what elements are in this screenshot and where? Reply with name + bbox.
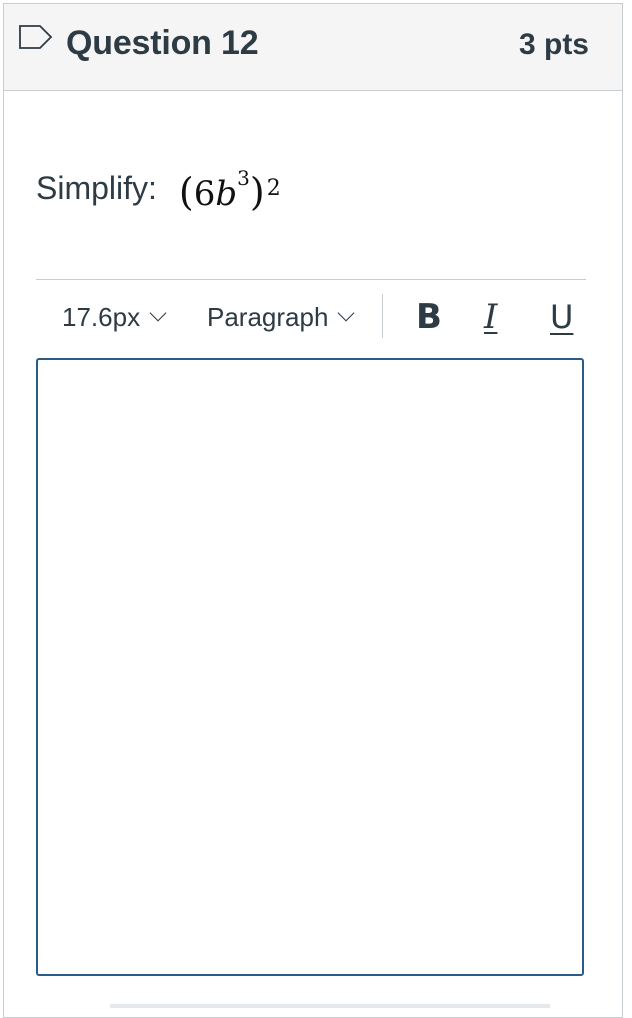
italic-icon: I — [484, 297, 498, 337]
question-header: Question 12 3 pts — [4, 4, 622, 91]
question-points: 3 pts — [518, 28, 589, 61]
question-prompt: Simplify: (6b3)2 — [36, 158, 281, 218]
font-size-value: 17.6px — [62, 301, 141, 332]
toolbar-separator — [382, 294, 383, 338]
toolbar-top-divider — [36, 279, 586, 280]
chevron-down-icon — [149, 304, 167, 322]
editor-toolbar: 17.6px Paragraph B I U — [36, 290, 586, 344]
math-outer-exponent: 2 — [266, 176, 281, 201]
underline-button[interactable]: U — [550, 290, 573, 344]
math-variable: b — [215, 174, 238, 214]
flag-question-icon[interactable] — [18, 24, 54, 50]
italic-button[interactable]: I — [484, 290, 497, 344]
bold-button[interactable]: B — [416, 290, 442, 344]
block-format-value: Paragraph — [207, 301, 329, 332]
math-inner-exponent: 3 — [237, 166, 250, 190]
font-size-dropdown[interactable]: 17.6px — [62, 290, 167, 344]
math-coefficient: 6 — [193, 174, 216, 214]
math-expression: (6b3)2 — [178, 166, 281, 214]
block-format-dropdown[interactable]: Paragraph — [207, 290, 355, 344]
prompt-label: Simplify: — [36, 169, 157, 206]
answer-editor[interactable] — [36, 358, 584, 976]
question-title: Question 12 — [66, 24, 259, 62]
math-open-paren: ( — [178, 170, 194, 214]
footer-status-bar — [110, 1004, 550, 1008]
chevron-down-icon — [337, 304, 355, 322]
math-close-paren: ) — [249, 170, 265, 214]
